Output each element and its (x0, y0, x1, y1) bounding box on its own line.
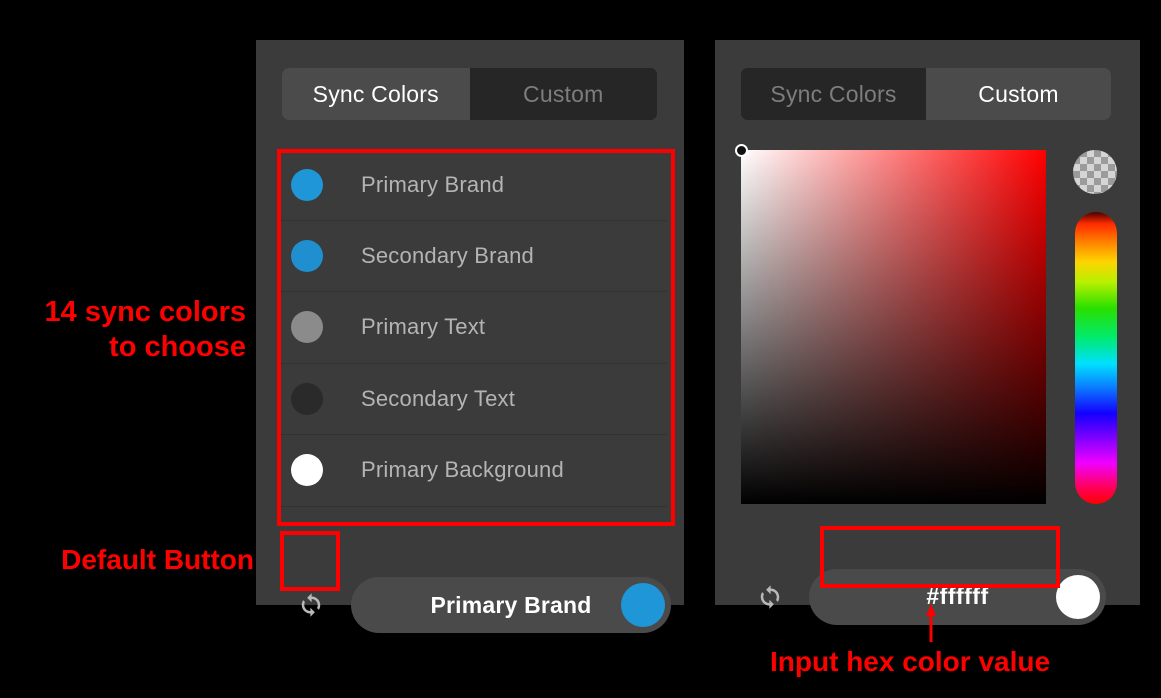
list-item[interactable]: Primary Background (277, 435, 667, 507)
tab-custom[interactable]: Custom (926, 68, 1111, 120)
list-item[interactable]: Secondary Brand (277, 221, 667, 292)
hex-preview-swatch (1056, 574, 1100, 619)
sync-colors-panel: Sync Colors Custom Primary Brand Seconda… (256, 40, 684, 633)
color-swatch (291, 311, 323, 344)
hex-input[interactable] (841, 570, 1074, 623)
color-swatch (291, 454, 323, 487)
list-item-label: Primary Brand (361, 171, 505, 197)
list-item[interactable]: Secondary Text (277, 364, 667, 435)
tab-sync-colors[interactable]: Sync Colors (741, 68, 926, 120)
refresh-icon (301, 593, 321, 617)
list-item[interactable]: Primary Text (277, 292, 667, 364)
tab-custom[interactable]: Custom (469, 68, 657, 120)
annotation-arrow-up (926, 604, 936, 642)
list-item[interactable]: Primary Brand (277, 149, 667, 221)
color-swatch (291, 382, 323, 415)
annotation-hex-input: Input hex color value (770, 646, 1051, 677)
hex-input-pill (809, 568, 1106, 625)
sync-panel-bottom-bar: Primary Brand (256, 565, 684, 645)
list-item-label: Primary Background (361, 457, 564, 483)
saturation-value-picker[interactable] (735, 144, 1046, 504)
custom-panel-tab-bar: Sync Colors Custom (741, 68, 1111, 120)
annotation-default-button: Default Button (61, 544, 254, 575)
sync-panel-tab-bar: Sync Colors Custom (282, 68, 657, 120)
default-reset-button[interactable] (285, 579, 337, 631)
list-item-label: Primary Text (361, 314, 486, 340)
selected-color-label: Primary Brand (430, 591, 592, 618)
refresh-icon (760, 584, 780, 609)
list-item-label: Secondary Brand (361, 242, 534, 268)
list-item[interactable] (277, 507, 667, 519)
tab-sync-colors[interactable]: Sync Colors (282, 68, 470, 120)
value-gradient-layer (741, 150, 1046, 504)
hue-slider[interactable] (1075, 212, 1117, 504)
custom-color-panel: Sync Colors Custom (715, 40, 1140, 625)
selected-color-swatch (621, 583, 665, 627)
checkerboard-icon[interactable] (1073, 150, 1117, 194)
color-swatch (291, 239, 323, 272)
annotation-sync-colors: 14 sync colors to choose (44, 296, 247, 364)
selected-color-button[interactable]: Primary Brand (351, 577, 671, 633)
default-reset-button[interactable] (744, 571, 796, 623)
picker-cursor[interactable] (735, 144, 748, 157)
sync-color-list: Primary Brand Secondary Brand Primary Te… (277, 149, 667, 518)
list-item-label: Secondary Text (361, 385, 516, 411)
color-swatch (291, 168, 323, 201)
